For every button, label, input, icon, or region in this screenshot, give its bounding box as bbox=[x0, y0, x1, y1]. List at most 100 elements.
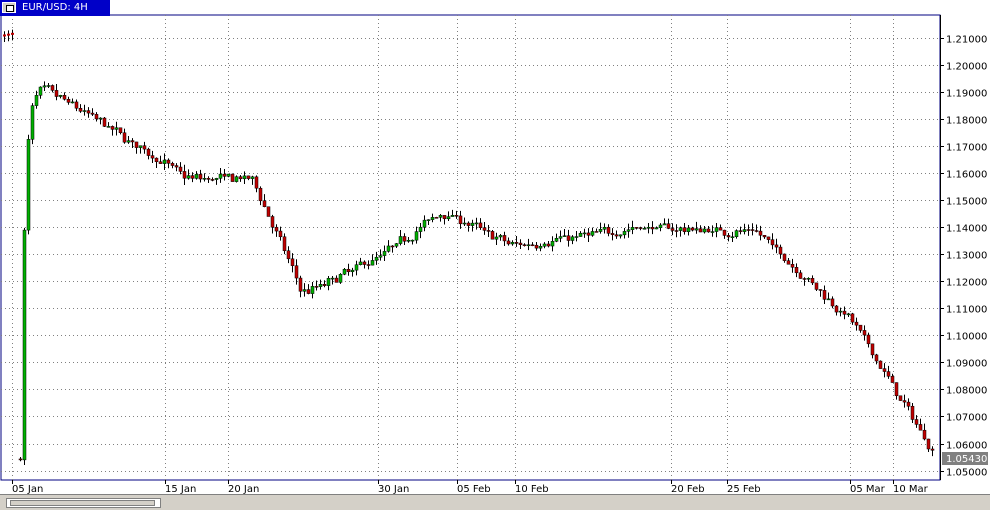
candle-body-down bbox=[286, 250, 291, 260]
candle-body-up bbox=[42, 85, 47, 88]
candle bbox=[338, 273, 343, 284]
candle-body-down bbox=[238, 176, 243, 180]
candle-body-down bbox=[122, 132, 127, 143]
candle-body-down bbox=[178, 166, 183, 172]
candle-body-down bbox=[390, 245, 395, 248]
candle-body-down bbox=[882, 368, 887, 372]
price-tick-label: 1.06000 bbox=[946, 441, 987, 452]
candle-body-up bbox=[646, 226, 651, 229]
candle-body-down bbox=[434, 217, 439, 219]
candle-body-down bbox=[906, 401, 911, 407]
candle bbox=[102, 117, 107, 127]
price-tick-label: 1.05000 bbox=[946, 468, 987, 479]
candle-body-down bbox=[62, 95, 67, 100]
candle-body-up bbox=[30, 105, 35, 140]
time-tick-label: 15 Jan bbox=[165, 484, 196, 494]
time-tick-label: 05 Mar bbox=[850, 484, 886, 494]
candle-body-down bbox=[490, 231, 495, 240]
candle-body-up bbox=[98, 117, 103, 120]
candle-body-down bbox=[182, 171, 187, 179]
candle-body-up bbox=[734, 230, 739, 238]
candle-body-down bbox=[94, 114, 99, 120]
candle bbox=[434, 216, 439, 219]
candle-body-down bbox=[294, 265, 299, 279]
time-axis: 05 Jan 15 Jan 20 Jan 30 Jan 05 Feb 10 Feb 20 F… bbox=[12, 480, 929, 494]
price-tick-label: 1.21000 bbox=[946, 35, 987, 46]
candle-body-down bbox=[586, 232, 591, 236]
current-price-label: 1.05430 bbox=[942, 452, 988, 465]
candle-body-down bbox=[738, 230, 743, 232]
candle-body-down bbox=[198, 174, 203, 180]
candle-body-down bbox=[18, 458, 23, 461]
price-tick-label: 1.13000 bbox=[946, 251, 987, 262]
candle-body-up bbox=[526, 244, 531, 247]
price-tick-label: 1.18000 bbox=[946, 116, 987, 127]
candle-body-down bbox=[902, 400, 907, 403]
candle-body-down bbox=[638, 227, 643, 229]
time-tick-label: 10 Mar bbox=[893, 484, 929, 494]
candle-body-up bbox=[410, 239, 415, 242]
candle-body-down bbox=[914, 419, 919, 425]
candle-body-up bbox=[194, 174, 199, 179]
price-tick-label: 1.12000 bbox=[946, 278, 987, 289]
candle-body-down bbox=[682, 227, 687, 232]
candle-body-up bbox=[126, 140, 131, 143]
candle-body-up bbox=[618, 234, 623, 237]
candle-body-up bbox=[386, 245, 391, 252]
time-tick-label: 10 Feb bbox=[515, 484, 549, 494]
candle-body-down bbox=[278, 230, 283, 238]
candle-body-up bbox=[558, 236, 563, 239]
candle-body-up bbox=[34, 95, 39, 106]
candle-body-down bbox=[466, 222, 471, 226]
candle-body-down bbox=[442, 215, 447, 220]
candle-body-down bbox=[514, 242, 519, 244]
candle-body-down bbox=[362, 261, 367, 265]
candle-body-down bbox=[170, 163, 175, 166]
candle-body-up bbox=[374, 256, 379, 261]
candle-body-up bbox=[250, 176, 255, 179]
candle-body-down bbox=[222, 173, 227, 177]
candle-body-up bbox=[686, 227, 691, 232]
candle-body-up bbox=[654, 227, 659, 230]
candle-body-up bbox=[242, 175, 247, 180]
horizontal-scrollbar[interactable] bbox=[0, 494, 990, 510]
window-icon[interactable] bbox=[2, 2, 16, 13]
candle-body-down bbox=[270, 216, 275, 228]
candle-body-down bbox=[910, 405, 915, 420]
candle-body-up bbox=[430, 217, 435, 220]
scrollbar-thumb[interactable] bbox=[10, 500, 155, 506]
candle-body-up bbox=[226, 173, 231, 177]
candle-body-down bbox=[634, 227, 639, 229]
candle bbox=[26, 134, 31, 235]
candle-body-up bbox=[22, 229, 27, 461]
current-price-value: 1.05430 bbox=[946, 454, 987, 465]
candle-body-down bbox=[11, 32, 14, 35]
candle-body-up bbox=[114, 127, 119, 130]
candle-body-up bbox=[510, 242, 515, 245]
candle-body-down bbox=[874, 354, 879, 362]
candle-body-down bbox=[746, 229, 751, 231]
candle-body-up bbox=[46, 85, 51, 87]
candle-body-down bbox=[690, 227, 695, 231]
candle-body-up bbox=[678, 227, 683, 231]
candle-body-up bbox=[590, 231, 595, 236]
candle-body-up bbox=[694, 228, 699, 231]
candle-body-down bbox=[90, 112, 95, 115]
candle-body-down bbox=[786, 260, 791, 265]
candle-body-up bbox=[826, 298, 831, 301]
price-tick-label: 1.09000 bbox=[946, 359, 987, 370]
candle-body-down bbox=[3, 34, 6, 37]
candle-body-up bbox=[138, 145, 143, 148]
candle-body-down bbox=[858, 324, 863, 331]
window-title-bar[interactable]: EUR/USD: 4H bbox=[0, 0, 110, 16]
candle-body-up bbox=[438, 215, 443, 218]
candle-body-down bbox=[506, 240, 511, 245]
candle-body-up bbox=[578, 232, 583, 237]
candle-body-down bbox=[534, 244, 539, 249]
candle-body-up bbox=[310, 286, 315, 294]
candle-body-up bbox=[82, 110, 87, 112]
candle-body-up bbox=[602, 226, 607, 230]
price-chart[interactable]: 1.21000 1.20000 1.19000 1.18000 1.17000 1.160… bbox=[0, 0, 990, 494]
candle-body-up bbox=[330, 277, 335, 280]
candle-body-up bbox=[398, 236, 403, 244]
